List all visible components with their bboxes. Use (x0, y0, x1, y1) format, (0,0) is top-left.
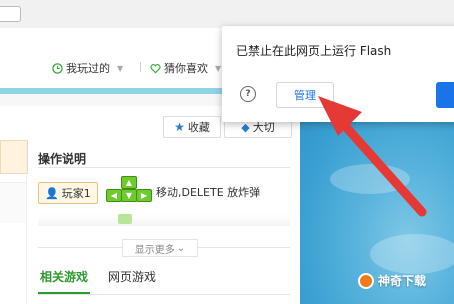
done-button[interactable] (436, 82, 454, 108)
watermark-logo-icon (358, 272, 374, 289)
help-icon[interactable]: ? (240, 86, 256, 102)
key-down-icon: ▼ (121, 189, 137, 202)
tab-web-games[interactable]: 网页游戏 (108, 268, 156, 285)
chevron-down-icon: ▼ (117, 63, 124, 73)
flash-blocked-popup: 已禁止在此网页上运行 Flash ? 管理 (222, 26, 454, 122)
left-panel-tab (0, 140, 28, 174)
key-right-icon: ▶ (136, 189, 152, 202)
tab-related-games[interactable]: 相关游戏 (40, 268, 88, 285)
player-label: 玩家1 (61, 187, 91, 200)
played-games-label: 我玩过的 (66, 62, 110, 75)
user-icon: 👤 (45, 186, 59, 200)
section-divider (38, 167, 290, 168)
column-divider (26, 140, 27, 304)
flash-blocked-message: 已禁止在此网页上运行 Flash (236, 44, 392, 58)
operation-description: 移动,DELETE 放炸弹 (156, 186, 261, 199)
browser-toolbar (0, 0, 454, 28)
operations-title: 操作说明 (38, 152, 87, 166)
faded-key-icon (118, 214, 132, 224)
star-icon: ★ (174, 120, 185, 134)
arrow-keys-icon: ▲ ◀ ▼ ▶ (104, 176, 154, 210)
faded-content (38, 214, 290, 226)
clock-icon (52, 62, 63, 74)
tabs-divider (38, 294, 290, 295)
share-icon: ◆ (241, 120, 250, 134)
show-more-label: 显示更多 (134, 244, 175, 256)
key-left-icon: ◀ (106, 189, 122, 202)
left-panel (0, 182, 26, 223)
show-more-button[interactable]: 显示更多 ⌄ (122, 239, 198, 257)
guess-you-like-label: 猜你喜欢 (164, 62, 208, 75)
played-games-menu[interactable]: 我玩过的 ▼ (52, 60, 123, 76)
key-up-icon: ▲ (121, 176, 137, 189)
manage-button[interactable]: 管理 (276, 82, 334, 108)
favorite-label: 收藏 (187, 121, 210, 134)
favorite-button[interactable]: ★ 收藏 (163, 116, 221, 138)
cloud-shape (330, 164, 410, 194)
browser-tab-edge[interactable] (0, 6, 21, 22)
chevron-down-icon: ⌄ (176, 242, 186, 254)
cloud-shape (370, 234, 454, 274)
guess-you-like-menu[interactable]: 猜你喜欢 ▼ (150, 60, 221, 76)
player-tag: 👤 玩家1 (38, 182, 98, 204)
watermark-text: 神奇下载 (378, 274, 427, 288)
chevron-down-icon: ▼ (215, 63, 222, 73)
nav-divider (140, 62, 141, 72)
watermark: 神奇下载 (358, 272, 426, 289)
heart-icon (150, 63, 161, 73)
